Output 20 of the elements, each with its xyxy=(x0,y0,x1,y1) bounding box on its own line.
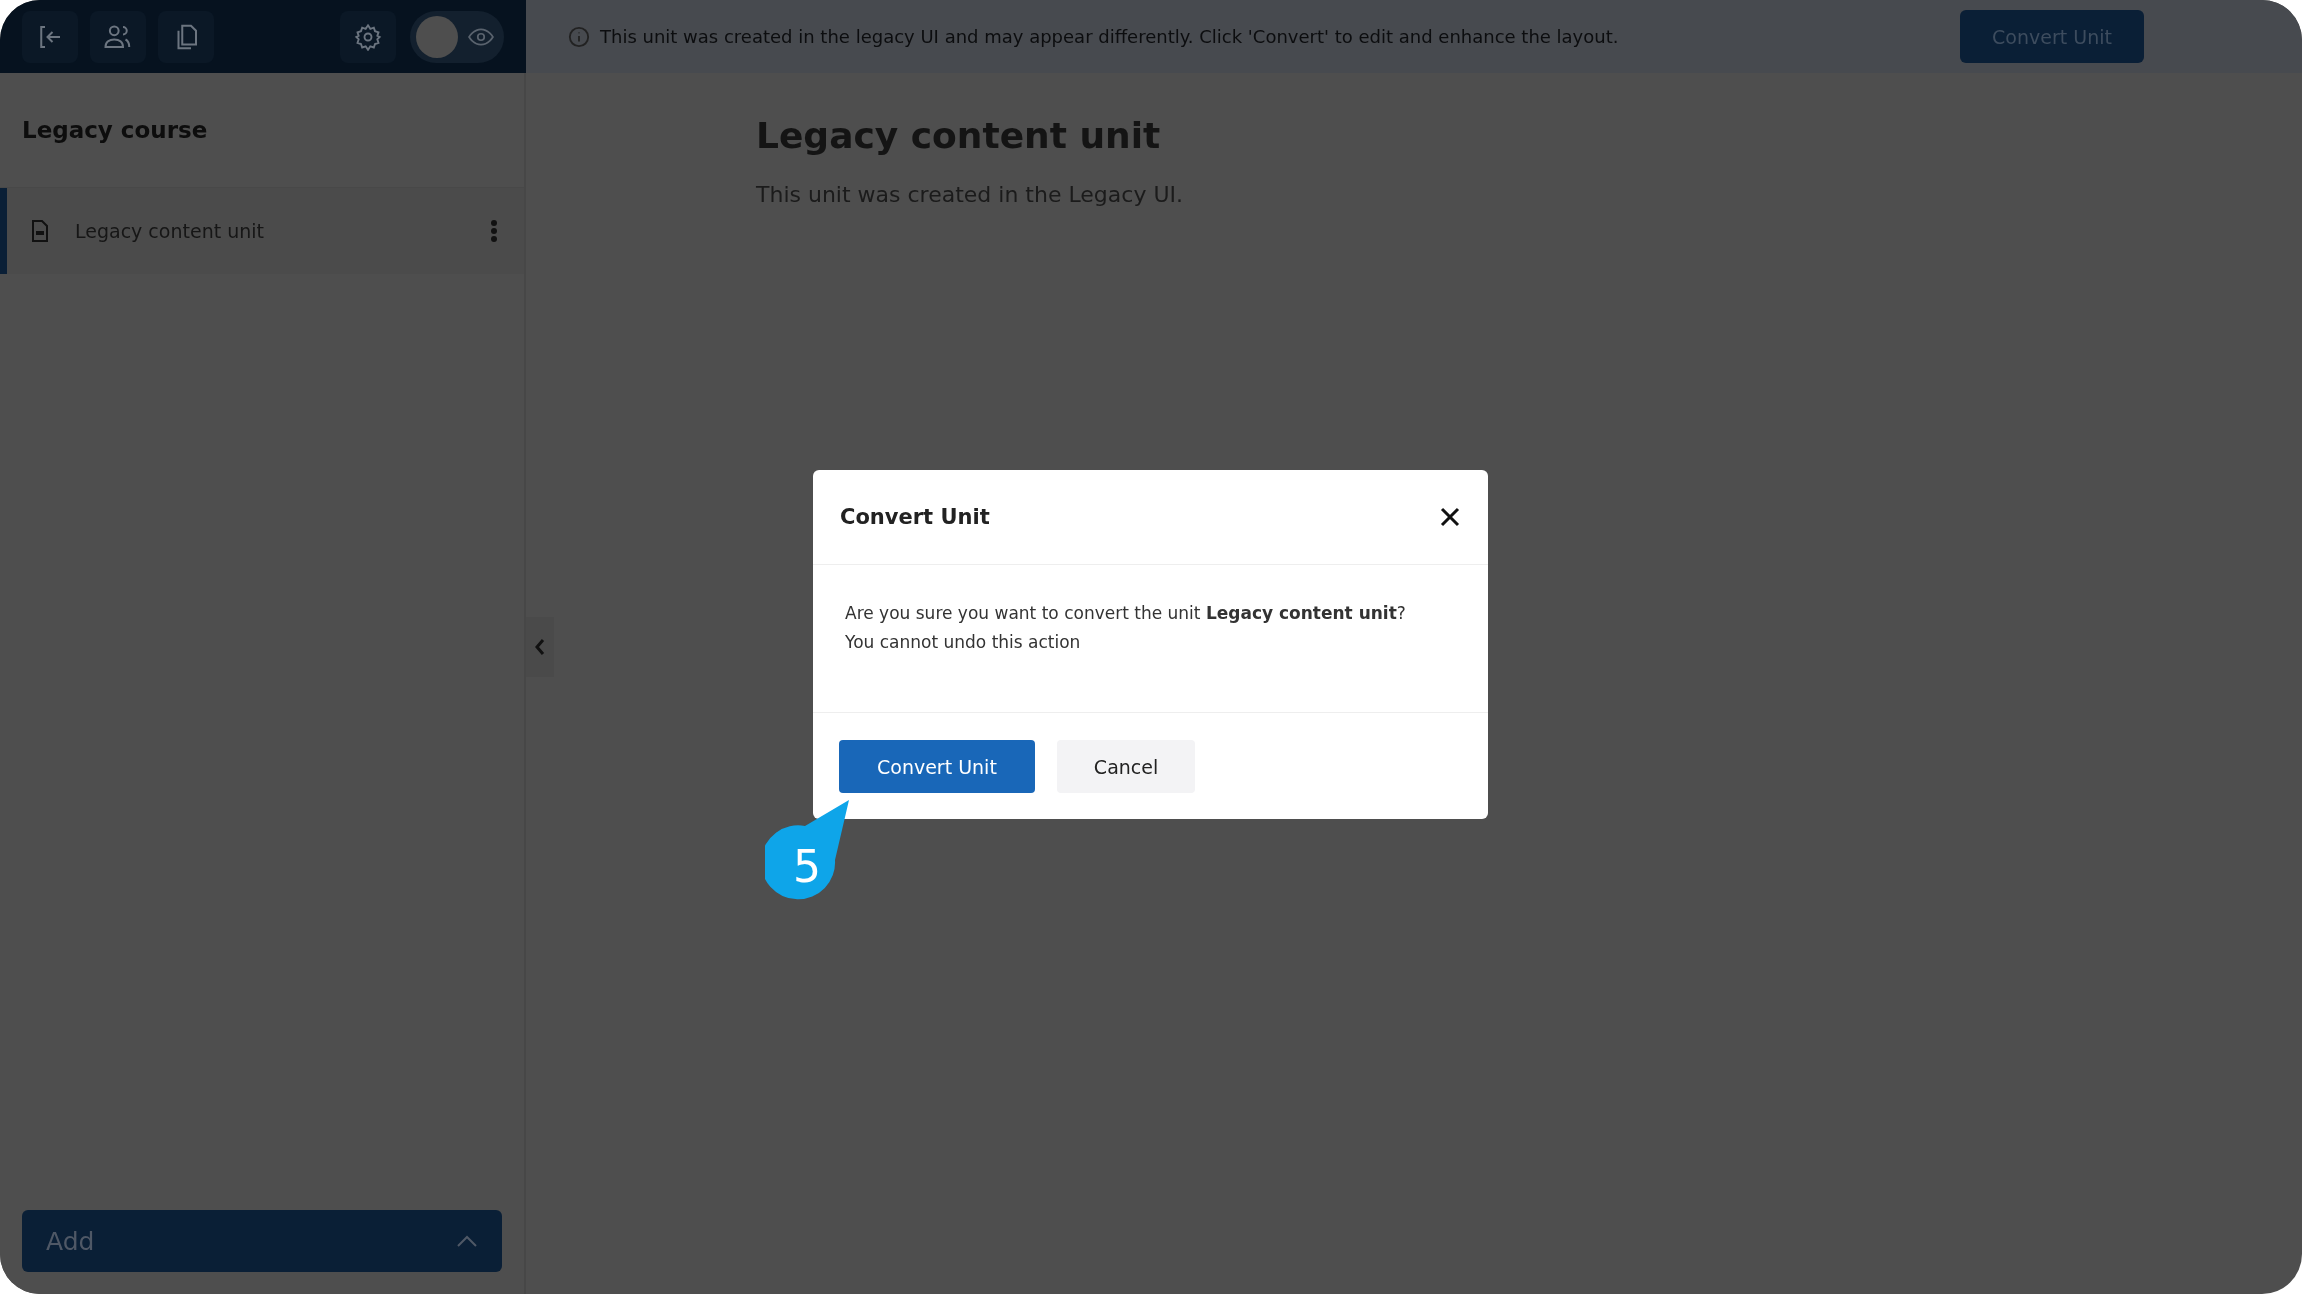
exit-icon[interactable] xyxy=(22,10,78,63)
users-icon[interactable] xyxy=(90,10,146,63)
dialog-title: Convert Unit xyxy=(840,505,990,529)
banner-text: This unit was created in the legacy UI and may appear differently. Click 'Convert' to edit and enhance the layout. xyxy=(568,25,1619,48)
chevron-left-icon xyxy=(534,638,546,656)
unit-title: Legacy content unit xyxy=(756,115,1162,156)
document-icon xyxy=(31,220,49,242)
close-icon[interactable] xyxy=(1440,507,1460,527)
cancel-button[interactable]: Cancel xyxy=(1056,740,1196,793)
more-icon[interactable] xyxy=(490,220,498,242)
info-icon xyxy=(568,25,590,48)
add-button[interactable]: Add xyxy=(22,1210,502,1272)
step-marker: 5 xyxy=(765,800,849,900)
copy-icon[interactable] xyxy=(158,10,214,63)
collapse-sidebar-button[interactable] xyxy=(526,617,554,677)
convert-unit-button[interactable]: Convert Unit xyxy=(839,740,1035,793)
chevron-up-icon xyxy=(456,1234,478,1248)
settings-icon[interactable] xyxy=(340,10,396,63)
dialog-message: Are you sure you want to convert the unit Legacy content unit? xyxy=(845,602,1407,625)
dialog-warning: You cannot undo this action xyxy=(845,631,1082,654)
